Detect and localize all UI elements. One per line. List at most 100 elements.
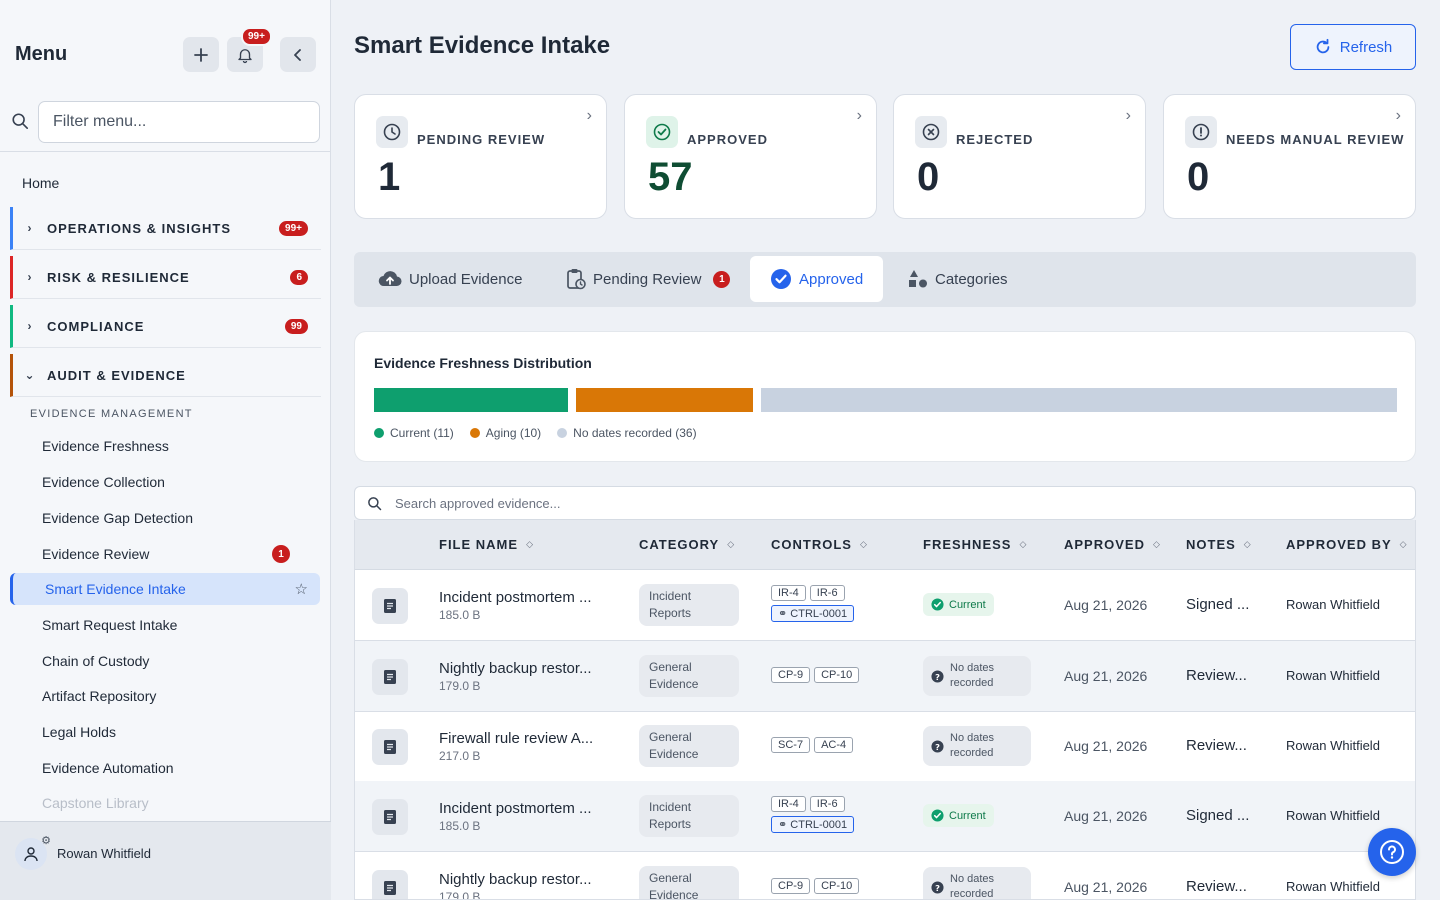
check-circle-icon: [931, 598, 944, 611]
control-chip[interactable]: CP-9: [771, 878, 811, 894]
stat-card-pending-review[interactable]: PENDING REVIEW 1 ›: [354, 94, 607, 219]
help-circle-icon: ?: [931, 880, 944, 894]
sidebar-item-evidence-collection[interactable]: Evidence Collection: [10, 466, 320, 498]
freshness-label: No dates recorded: [950, 731, 994, 761]
control-link-chip[interactable]: ⚭ CTRL-0001: [771, 816, 855, 833]
sidebar-item-chain-of-custody[interactable]: Chain of Custody: [10, 645, 320, 677]
filter-menu: [0, 100, 331, 152]
category-line: General: [649, 871, 692, 885]
legend-dot: [557, 428, 568, 438]
control-chip[interactable]: IR-6: [809, 796, 845, 812]
file-name[interactable]: Nightly backup restor...: [439, 871, 592, 888]
legend-label: No dates recorded (36): [573, 426, 697, 440]
search-approved-input[interactable]: [395, 487, 1395, 519]
sidebar-item-evidence-review[interactable]: Evidence Review 1: [10, 538, 320, 570]
control-chip[interactable]: IR-4: [771, 585, 806, 601]
stat-card-needs-manual-review[interactable]: NEEDS MANUAL REVIEW 0 ›: [1163, 94, 1416, 219]
sidebar-item-home[interactable]: Home: [22, 175, 59, 191]
control-link-chip[interactable]: ⚭ CTRL-0001: [771, 605, 855, 622]
notes: Review...: [1186, 667, 1247, 684]
collapse-sidebar-button[interactable]: [280, 37, 316, 72]
sidebar-section-compliance[interactable]: › COMPLIANCE 99: [10, 305, 321, 348]
avatar[interactable]: ⚙: [15, 835, 51, 870]
tab-bar: Upload Evidence Pending Review 1 Approve…: [354, 252, 1416, 307]
control-chip[interactable]: IR-6: [809, 585, 845, 601]
help-icon: [1380, 840, 1404, 864]
stat-label: REJECTED: [956, 132, 1034, 147]
legend-label: Current (11): [390, 426, 454, 440]
category-line: General: [649, 730, 692, 744]
table-row[interactable]: Firewall rule review A... 217.0 B Genera…: [355, 711, 1415, 782]
sidebar-item-evidence-automation[interactable]: Evidence Automation: [10, 752, 320, 784]
control-chip[interactable]: CP-9: [771, 667, 811, 683]
file-name[interactable]: Incident postmortem ...: [439, 800, 592, 817]
file-name[interactable]: Incident postmortem ...: [439, 589, 592, 606]
table-row[interactable]: Nightly backup restor... 179.0 B General…: [355, 641, 1415, 712]
column-header-freshness[interactable]: FRESHNESS ◇: [923, 537, 1026, 552]
table-row[interactable]: Nightly backup restor... 179.0 B General…: [355, 852, 1415, 900]
sidebar-item-artifact-repository[interactable]: Artifact Repository: [10, 680, 320, 712]
document-icon: [372, 799, 408, 835]
freshness-label: No dates recorded: [950, 661, 994, 691]
category-badge: General Evidence: [639, 655, 739, 697]
search-icon: [12, 113, 29, 130]
stat-value: 57: [648, 155, 693, 199]
column-header-category[interactable]: CATEGORY ◇: [639, 537, 734, 552]
help-button[interactable]: [1368, 828, 1416, 876]
tab-label: Upload Evidence: [409, 270, 523, 288]
sidebar-item-legal-holds[interactable]: Legal Holds: [10, 716, 320, 748]
sidebar-item-evidence-gap-detection[interactable]: Evidence Gap Detection: [10, 502, 320, 534]
chevron-down-icon: ⌄: [24, 368, 36, 382]
table-row[interactable]: Incident postmortem ... 185.0 B Incident…: [355, 570, 1415, 641]
stat-label: APPROVED: [687, 132, 768, 147]
sidebar-item-capstone-library[interactable]: Capstone Library: [10, 787, 320, 819]
sidebar-section-audit[interactable]: ⌄ AUDIT & EVIDENCE: [10, 354, 321, 397]
stat-card-rejected[interactable]: REJECTED 0 ›: [893, 94, 1146, 219]
file-name[interactable]: Nightly backup restor...: [439, 660, 592, 677]
control-chip[interactable]: SC-7: [771, 737, 811, 753]
tab-badge: 1: [713, 270, 731, 288]
tab-pending-review[interactable]: Pending Review 1: [566, 256, 731, 302]
column-header-controls[interactable]: CONTROLS ◇: [771, 537, 867, 552]
table-row[interactable]: Incident postmortem ... 185.0 B Incident…: [355, 781, 1415, 852]
star-icon[interactable]: ☆: [295, 580, 308, 598]
document-icon: [372, 659, 408, 695]
category-badge: Incident Reports: [639, 584, 739, 626]
sidebar-item-evidence-freshness[interactable]: Evidence Freshness: [10, 430, 320, 462]
file-name[interactable]: Firewall rule review A...: [439, 730, 593, 747]
tab-approved[interactable]: Approved: [750, 256, 884, 302]
control-chip[interactable]: CP-10: [814, 667, 860, 683]
sidebar-section-risk[interactable]: › RISK & RESILIENCE 6: [10, 256, 321, 299]
tab-upload-evidence[interactable]: Upload Evidence: [378, 256, 522, 302]
filter-menu-input[interactable]: [38, 101, 320, 143]
stat-value: 1: [378, 155, 401, 199]
column-header-file-name[interactable]: FILE NAME ◇: [439, 537, 533, 552]
column-header-approved[interactable]: APPROVED ◇: [1064, 537, 1160, 552]
tab-categories[interactable]: Categories: [908, 256, 1008, 302]
freshness-line: recorded: [950, 888, 994, 900]
legend-item-current: Current (11): [374, 426, 454, 440]
add-button[interactable]: [183, 37, 219, 72]
legend-label: Aging (10): [485, 426, 542, 440]
control-chip[interactable]: CP-10: [814, 878, 860, 894]
file-size: 185.0 B: [439, 819, 481, 833]
column-header-notes[interactable]: NOTES ◇: [1186, 537, 1251, 552]
sort-icon: ◇: [1019, 539, 1027, 549]
plus-icon: [194, 47, 208, 62]
stat-card-approved[interactable]: APPROVED 57 ›: [624, 94, 877, 219]
controls-list: IR-4 IR-6 ⚭ CTRL-0001: [771, 585, 891, 622]
control-chip[interactable]: AC-4: [814, 737, 854, 753]
control-chip[interactable]: IR-4: [771, 796, 806, 812]
approved-evidence-table: FILE NAME ◇ CATEGORY ◇ CONTROLS ◇ FRESHNESS…: [354, 520, 1416, 900]
sidebar-item-smart-evidence-intake[interactable]: Smart Evidence Intake ☆: [10, 573, 320, 605]
sidebar-section-operations[interactable]: › OPERATIONS & INSIGHTS 99+: [10, 207, 321, 250]
freshness-line: No dates: [950, 662, 995, 674]
refresh-button[interactable]: Refresh: [1290, 24, 1416, 70]
check-circle-icon: [646, 116, 678, 148]
category-badge: General Evidence: [639, 725, 739, 767]
column-header-approved-by[interactable]: APPROVED BY ◇: [1286, 537, 1407, 552]
section-label: RISK & RESILIENCE: [47, 269, 190, 285]
section-badge: 6: [290, 269, 308, 285]
sidebar-item-smart-request-intake[interactable]: Smart Request Intake: [10, 609, 320, 641]
column-label: NOTES: [1186, 537, 1236, 552]
